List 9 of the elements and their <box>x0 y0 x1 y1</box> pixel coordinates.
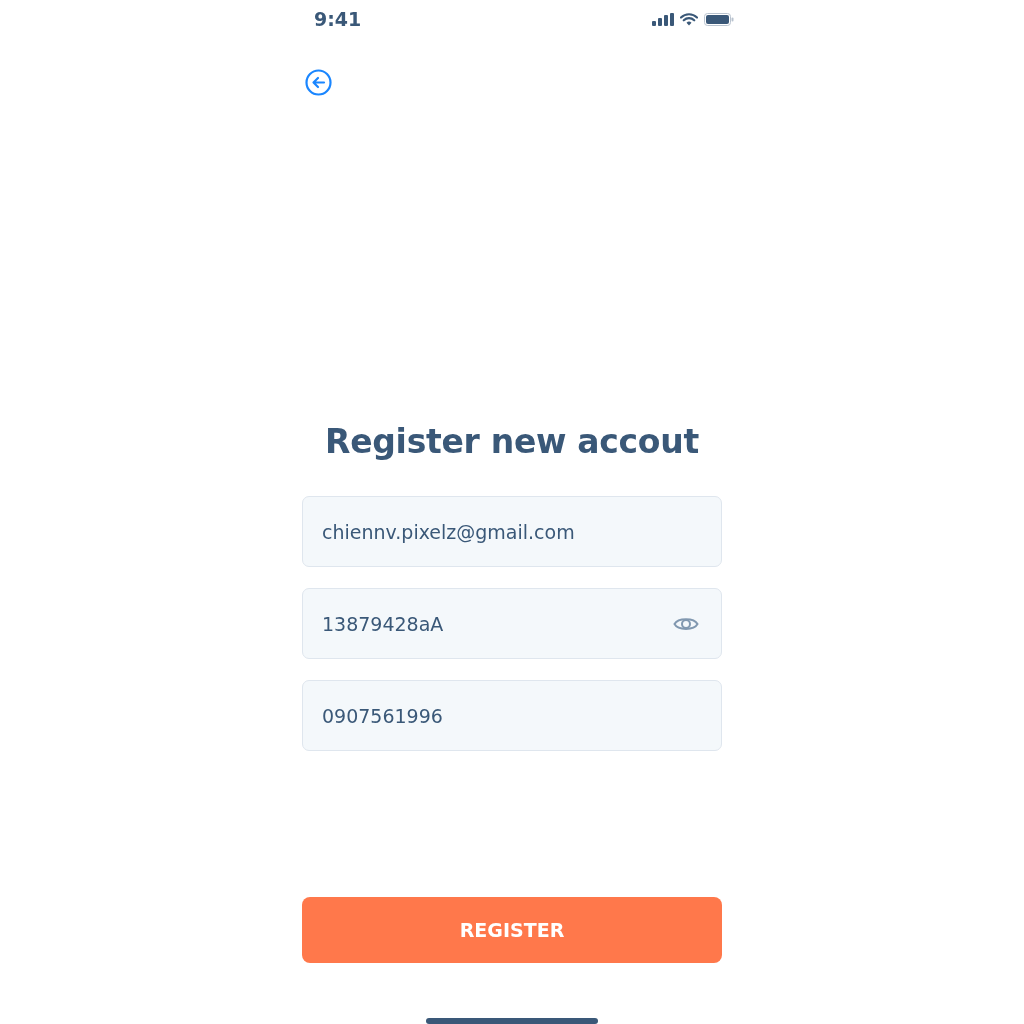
status-time: 9:41 <box>314 8 362 30</box>
wifi-icon <box>680 12 698 26</box>
page-title: Register new accout <box>324 421 700 464</box>
input-field[interactable]: 0907561996 <box>302 680 722 752</box>
signal-icon <box>652 12 674 26</box>
password-field[interactable]: 13879428aA <box>302 588 722 660</box>
input-field[interactable]: chiennv.pixelz@gmail.com <box>302 496 722 568</box>
battery-icon <box>704 12 734 26</box>
back-icon[interactable] <box>305 69 332 97</box>
